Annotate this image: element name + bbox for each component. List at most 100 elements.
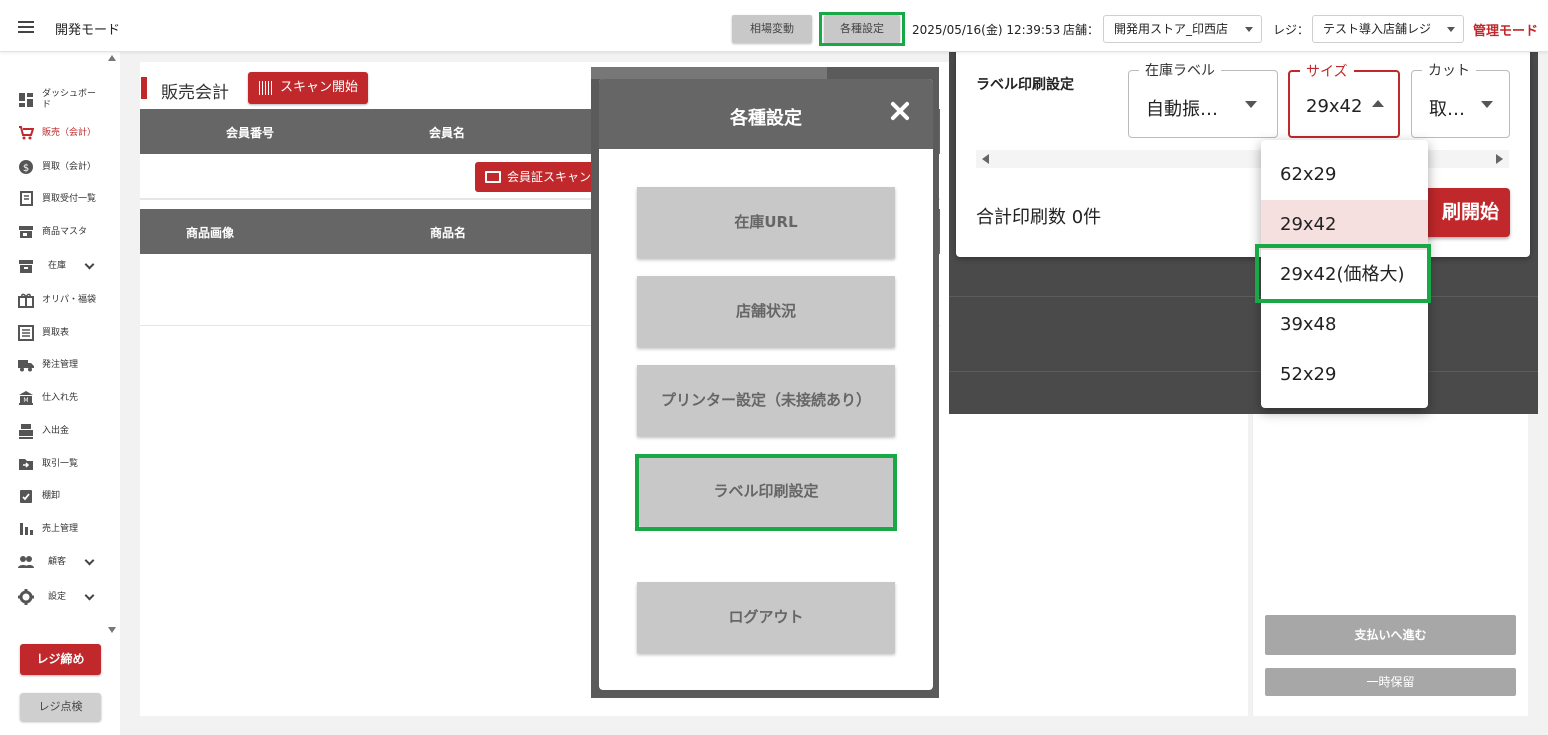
sidebar-item-product-master[interactable]: 商品マスタ xyxy=(17,220,115,244)
close-icon[interactable] xyxy=(888,99,912,123)
dollar-icon: $ xyxy=(17,159,34,176)
dialog-backdrop-strip xyxy=(591,67,827,79)
sidebar-item-customers[interactable]: 顧客 xyxy=(17,550,115,574)
sidebar-item-label: 仕入れ先 xyxy=(42,392,79,403)
cart-icon xyxy=(17,125,34,142)
people-icon xyxy=(17,554,34,571)
transaction-icon xyxy=(17,456,34,473)
scroll-left-icon[interactable] xyxy=(982,154,989,164)
sidebar-item-stocktake[interactable]: 棚卸 xyxy=(17,484,115,508)
chevron-down-icon xyxy=(84,555,95,566)
cut-value: 取… xyxy=(1429,99,1465,120)
top-bar: 開発モード 相場変動 各種設定 2025/05/16(金) 12:39:53 店… xyxy=(0,0,1548,52)
column-header: 商品画像 xyxy=(186,226,235,240)
scroll-down-icon[interactable] xyxy=(108,627,116,633)
column-header: 会員番号 xyxy=(226,126,275,140)
backdrop-divider xyxy=(949,296,1538,297)
sidebar-item-cash[interactable]: 入出金 xyxy=(17,419,115,443)
size-select[interactable]: サイズ 29x42 xyxy=(1288,61,1400,138)
gift-icon xyxy=(17,292,34,309)
backdrop-divider xyxy=(949,371,1538,372)
store-status-button[interactable]: 店舗状況 xyxy=(637,276,895,347)
logout-button[interactable]: ログアウト xyxy=(637,582,895,653)
horizontal-scrollbar[interactable] xyxy=(976,150,1509,168)
sidebar-item-label: 在庫 xyxy=(48,260,67,271)
datetime: 2025/05/16(金) 12:39:53 xyxy=(912,23,1061,37)
hold-button[interactable]: 一時保留 xyxy=(1265,668,1516,696)
size-legend: サイズ xyxy=(1300,61,1354,81)
chevron-down-icon xyxy=(84,590,95,601)
sidebar-item-dashboard[interactable]: ダッシュボード xyxy=(17,85,115,115)
member-card-scan-label: 会員証スキャン xyxy=(507,170,592,184)
printer-settings-button[interactable]: プリンター設定（未接続あり） xyxy=(637,365,895,436)
sidebar-item-purchase[interactable]: $ 買取（会計） xyxy=(17,155,115,179)
size-option-selected[interactable]: 29x42 xyxy=(1261,200,1428,250)
stock-label-value: 自動振… xyxy=(1146,99,1218,120)
chevron-down-icon xyxy=(1447,27,1455,32)
sidebar-item-label: 棚卸 xyxy=(42,490,61,501)
member-card-scan-button[interactable]: 会員証スキャン xyxy=(475,162,595,192)
sidebar-item-label: オリパ・福袋 xyxy=(42,294,97,305)
scroll-right-icon[interactable] xyxy=(1496,154,1503,164)
barcode-icon xyxy=(259,81,273,95)
sidebar-item-label: 入出金 xyxy=(42,425,70,436)
sidebar-item-suppliers[interactable]: M 仕入れ先 xyxy=(17,386,115,410)
sidebar-item-label: ダッシュボード xyxy=(42,89,97,110)
register-select[interactable]: テスト導入店舗レジ xyxy=(1312,15,1464,43)
sidebar-item-buy-table[interactable]: 買取表 xyxy=(17,321,115,345)
store-label: 店舗： xyxy=(1063,23,1100,37)
sidebar-item-purchase-list[interactable]: 買取受付一覧 xyxy=(17,187,115,211)
settings-button-highlight xyxy=(819,12,905,46)
list-icon xyxy=(17,325,34,342)
scroll-up-icon[interactable] xyxy=(108,55,116,61)
register-label: レジ： xyxy=(1273,23,1310,37)
size-option[interactable]: 39x48 xyxy=(1261,300,1428,350)
sidebar-item-settings[interactable]: 設定 xyxy=(17,585,115,609)
supplier-icon: M xyxy=(17,390,34,407)
print-start-button[interactable]: 刷開始 xyxy=(1416,188,1510,237)
sidebar-item-label: 商品マスタ xyxy=(42,226,88,237)
size-option[interactable]: 62x29 xyxy=(1261,150,1428,200)
column-header: 会員名 xyxy=(429,126,466,140)
sidebar-item-oripa[interactable]: オリパ・福袋 xyxy=(17,288,115,312)
page-title: 販売会計 xyxy=(161,83,229,103)
menu-icon[interactable] xyxy=(18,21,34,33)
sidebar-item-sales-management[interactable]: 売上管理 xyxy=(17,517,115,541)
truck-icon xyxy=(17,357,34,374)
sidebar-item-label: 買取受付一覧 xyxy=(42,193,97,204)
svg-text:$: $ xyxy=(22,163,28,174)
sidebar-item-label: 販売（会計） xyxy=(42,127,97,138)
close-register-button[interactable]: レジ締め xyxy=(20,644,101,675)
proceed-payment-button[interactable]: 支払いへ進む xyxy=(1265,615,1516,655)
store-icon xyxy=(17,224,34,241)
chevron-down-icon xyxy=(84,259,95,270)
sidebar-item-label: 買取表 xyxy=(42,327,70,338)
cut-select[interactable]: カット 取… xyxy=(1411,60,1510,138)
store-select[interactable]: 開発用ストア_印西店 xyxy=(1103,15,1262,43)
scan-start-button[interactable]: スキャン開始 xyxy=(248,72,368,104)
admin-mode-link[interactable]: 管理モード xyxy=(1473,20,1538,39)
chevron-down-icon xyxy=(1245,27,1253,32)
sidebar-item-sales[interactable]: 販売（会計） xyxy=(17,121,115,145)
size-option[interactable]: 52x29 xyxy=(1261,350,1428,400)
sidebar-item-label: 取引一覧 xyxy=(42,458,79,469)
cut-legend: カット xyxy=(1422,60,1476,80)
register-check-button[interactable]: レジ点検 xyxy=(20,693,101,721)
settings-dialog: 各種設定 在庫URL 店舗状況 プリンター設定（未接続あり） ラベル印刷設定 ロ… xyxy=(599,79,933,690)
stock-label-select[interactable]: 在庫ラベル 自動振… xyxy=(1128,60,1278,138)
dialog-header: 各種設定 xyxy=(599,79,933,149)
sidebar-item-inventory[interactable]: 在庫 xyxy=(17,254,115,278)
sidebar-item-transactions[interactable]: 取引一覧 xyxy=(17,452,115,476)
sidebar-item-label: 発注管理 xyxy=(42,359,79,370)
checklist-icon xyxy=(17,488,34,505)
stock-url-button[interactable]: 在庫URL xyxy=(637,187,895,258)
scan-start-label: スキャン開始 xyxy=(280,80,359,95)
sidebar-item-label: 売上管理 xyxy=(42,523,79,534)
market-change-button[interactable]: 相場変動 xyxy=(732,15,812,43)
stock-label-legend: 在庫ラベル xyxy=(1139,60,1221,80)
gear-icon xyxy=(17,589,34,606)
sidebar-item-orders[interactable]: 発注管理 xyxy=(17,353,115,377)
size-option-highlight xyxy=(1255,244,1431,303)
sidebar-item-label: 顧客 xyxy=(48,556,67,567)
svg-text:M: M xyxy=(23,397,28,404)
